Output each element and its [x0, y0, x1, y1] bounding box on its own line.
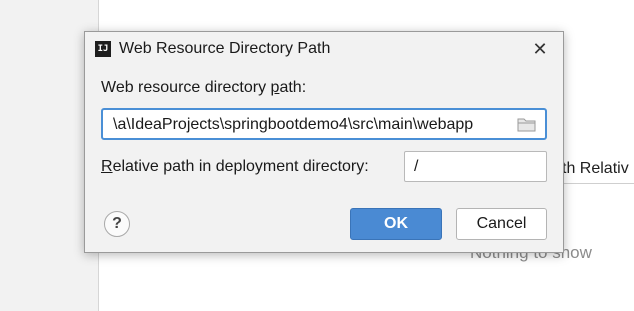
web-resource-directory-dialog: IJ Web Resource Directory Path ✕ Web res…: [84, 31, 564, 253]
dialog-title: Web Resource Directory Path: [119, 40, 331, 57]
path-label: Web resource directory path:: [101, 79, 307, 96]
path-value[interactable]: \a\IdeaProjects\springbootdemo4\src\main…: [113, 116, 473, 134]
column-header-partial[interactable]: th Relativ: [562, 156, 629, 182]
help-icon[interactable]: ?: [104, 211, 130, 237]
cancel-button[interactable]: Cancel: [456, 208, 547, 240]
dialog-titlebar[interactable]: IJ Web Resource Directory Path ✕: [85, 32, 563, 66]
relative-path-value[interactable]: /: [414, 158, 418, 176]
relative-path-label: Relative path in deployment directory:: [101, 158, 369, 175]
path-input[interactable]: \a\IdeaProjects\springbootdemo4\src\main…: [101, 108, 547, 140]
relative-path-input[interactable]: /: [404, 151, 547, 182]
intellij-app-icon: IJ: [95, 41, 111, 57]
ok-button[interactable]: OK: [350, 208, 442, 240]
folder-icon[interactable]: [517, 117, 537, 132]
close-icon[interactable]: ✕: [529, 38, 551, 60]
